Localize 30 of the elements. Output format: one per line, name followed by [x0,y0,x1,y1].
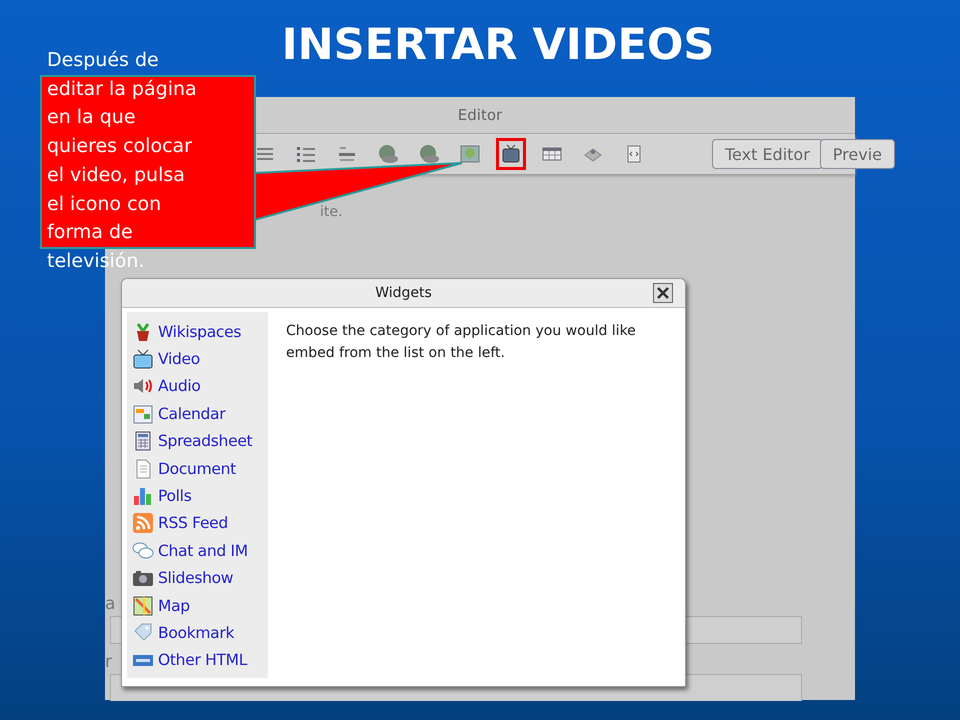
calendar-icon [132,402,154,425]
tv-icon [132,348,154,370]
editor-button[interactable]: Previe [820,139,895,169]
widget-category-link[interactable]: Wikispaces [158,322,242,341]
tv-icon[interactable] [496,138,526,170]
widget-category-link[interactable]: Document [158,460,236,478]
dialog-message: Choose the category of application you would like embed from the list on the left. [286,322,636,363]
dialog-title: Widgets [375,285,432,301]
close-button[interactable] [653,283,673,303]
editor-text: ite. [320,204,342,220]
slide-title: INSERTAR VIDEOS [282,21,714,69]
widget-category-link[interactable]: Other HTML [158,651,248,670]
rss-icon [132,512,154,534]
close-icon [656,286,670,300]
field-label: a [105,594,116,616]
widget-category-link[interactable]: Chat and IM [158,542,248,560]
widget-category-link[interactable]: Calendar [158,404,226,423]
editor-title: Editor [458,106,502,124]
widget-category-link[interactable]: Slideshow [158,569,234,588]
editor-button[interactable]: Text Editor [712,139,823,169]
widget-category-link[interactable]: Video [158,350,200,368]
widget-category-link[interactable]: Bookmark [158,624,234,642]
widget-category-link[interactable]: Map [158,596,190,615]
widget-category-link[interactable]: Spreadsheet [158,432,252,450]
widget-category-link[interactable]: RSS Feed [158,514,228,532]
widget-category-link[interactable]: Audio [158,377,201,396]
field-label: r [105,652,112,674]
map-icon [132,594,154,617]
widget-category-link[interactable]: Polls [158,487,192,506]
bar-chart-icon [132,485,154,508]
